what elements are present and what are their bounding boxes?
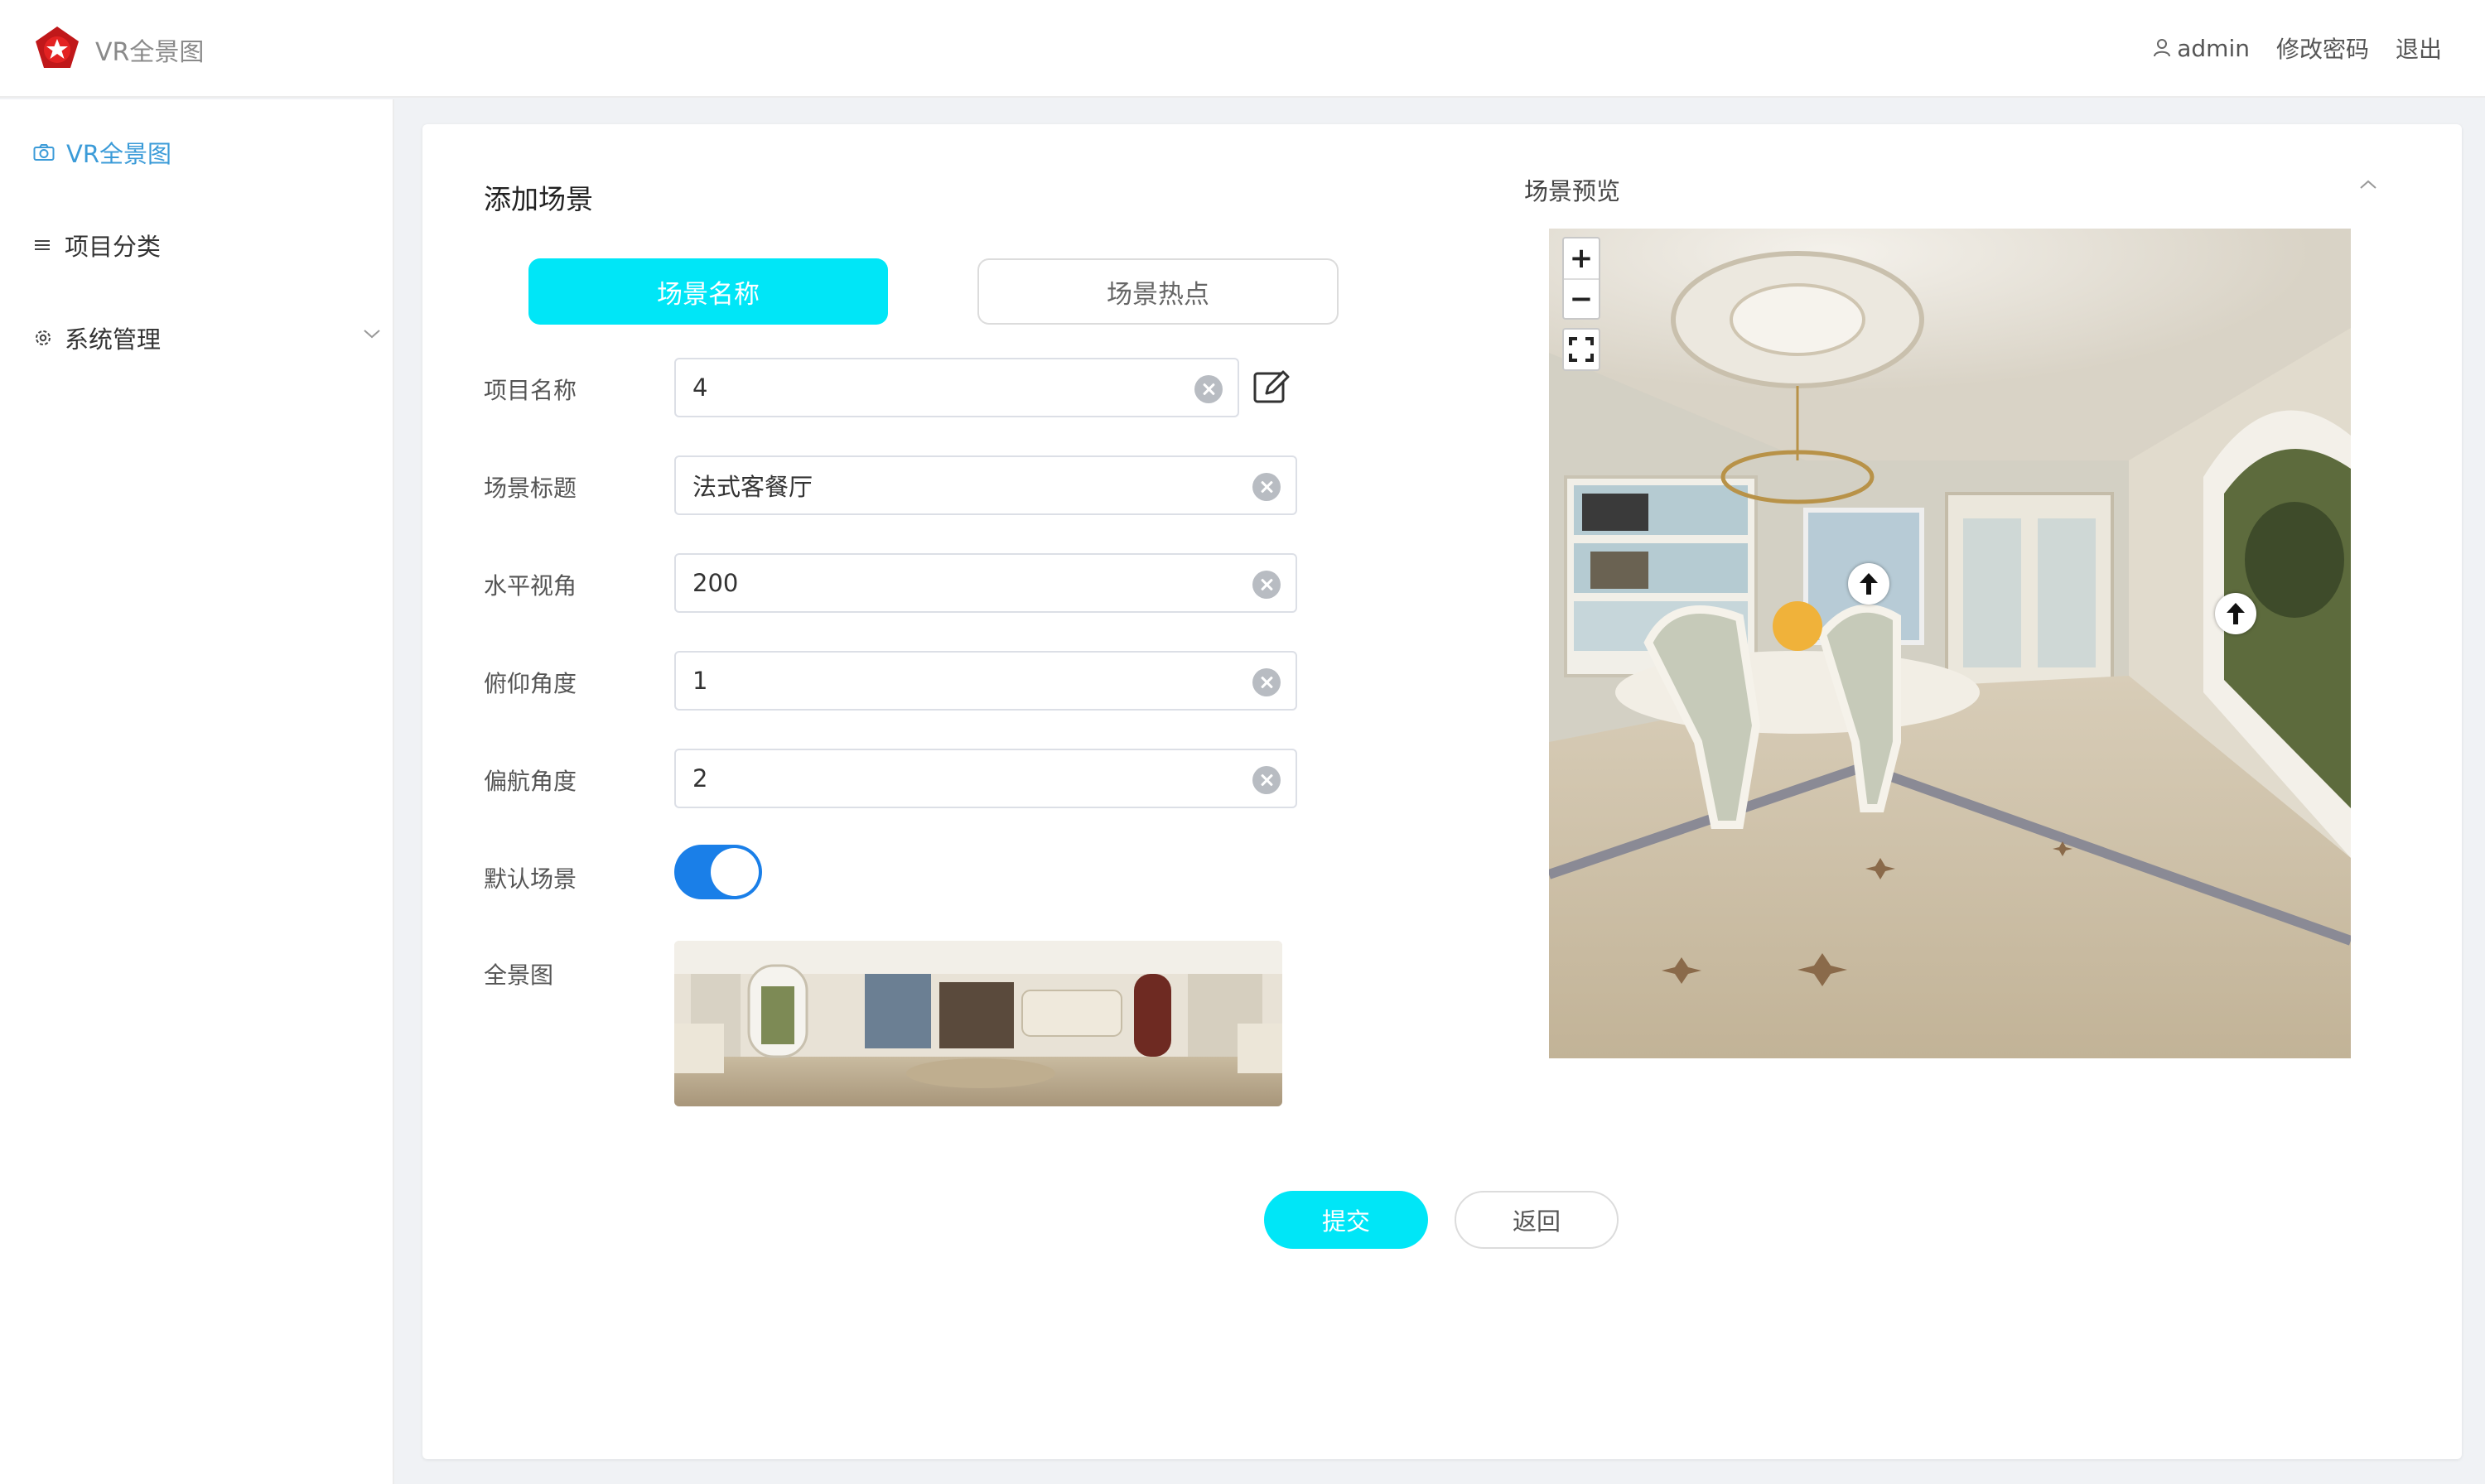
main-card: 添加场景 场景名称 场景热点 项目名称 4 场景标题 法式客餐厅 水平视角 20… [422,124,2462,1459]
sidebar-item-system-management[interactable]: 系统管理 [33,313,381,363]
clear-icon[interactable] [1252,766,1281,794]
zoom-out-button[interactable]: − [1564,278,1599,318]
sidebar-nav: VR全景图 项目分类 系统管理 [0,99,394,1484]
gear-icon [36,330,51,345]
panorama-label: 全景图 [484,961,554,989]
sidebar-item-label: 系统管理 [65,325,162,354]
toggle-knob [711,848,759,896]
panorama-image [674,941,1282,1106]
yaw-label: 偏航角度 [484,768,577,795]
hotspot-arrow-2[interactable] [2215,593,2256,634]
horizontal-fov-label: 水平视角 [484,572,577,600]
form-title: 添加场景 [484,183,593,215]
sidebar-item-label: 项目分类 [65,233,162,261]
horizontal-fov-input[interactable]: 200 [674,553,1297,613]
header-actions: admin 修改密码 退出 [2154,31,2442,65]
logo-star-icon[interactable] [33,25,81,73]
sidebar-item-project-category[interactable]: 项目分类 [33,220,381,270]
pitch-value: 1 [692,667,708,695]
scene-title-value: 法式客餐厅 [692,473,813,501]
menu-icon [35,240,50,250]
scene-title-input[interactable]: 法式客餐厅 [674,455,1297,515]
zoom-in-button[interactable]: + [1564,238,1599,278]
yaw-input[interactable]: 2 [674,749,1297,808]
default-scene-label: 默认场景 [484,865,577,893]
sidebar-item-label: VR全景图 [66,140,171,168]
clear-icon[interactable] [1252,473,1281,501]
pitch-label: 俯仰角度 [484,670,577,697]
viewer-scene-image [1549,229,2351,1058]
submit-button[interactable]: 提交 [1264,1191,1428,1249]
tab-scene-hotspot[interactable]: 场景热点 [977,258,1339,325]
yaw-value: 2 [692,764,708,793]
pitch-input[interactable]: 1 [674,651,1297,711]
scene-title-label: 场景标题 [484,475,577,502]
user-menu[interactable]: admin [2154,35,2250,62]
default-scene-toggle[interactable] [674,845,762,899]
back-button[interactable]: 返回 [1455,1191,1619,1249]
user-icon [2154,39,2171,57]
top-header: VR全景图 admin 修改密码 退出 [0,0,2485,98]
horizontal-fov-value: 200 [692,569,739,597]
sidebar-item-vr-panorama[interactable]: VR全景图 [33,128,381,177]
clear-icon[interactable] [1252,571,1281,599]
chevron-up-icon[interactable] [2359,179,2377,190]
chevron-down-icon[interactable] [363,328,381,340]
project-name-value: 4 [692,373,708,402]
camera-icon [33,144,55,161]
clear-icon[interactable] [1194,375,1223,403]
edit-icon[interactable] [1251,366,1292,407]
panorama-thumbnail[interactable] [674,941,1282,1106]
logout-link[interactable]: 退出 [2396,31,2442,65]
hotspot-arrow-1[interactable] [1848,563,1889,605]
fullscreen-button[interactable] [1562,328,1600,371]
project-name-label: 项目名称 [484,377,577,404]
arrow-up-icon [1860,573,1878,595]
username: admin [2177,34,2250,62]
fullscreen-icon [1569,337,1594,362]
project-name-input[interactable]: 4 [674,358,1239,417]
arrow-up-icon [2227,603,2245,624]
change-password-link[interactable]: 修改密码 [2276,31,2369,65]
clear-icon[interactable] [1252,668,1281,696]
panorama-viewer[interactable]: + − [1549,229,2351,1058]
app-title: VR全景图 [95,38,205,67]
tab-scene-name[interactable]: 场景名称 [528,258,888,325]
zoom-controls: + − [1562,237,1600,320]
preview-title: 场景预览 [1524,177,1621,205]
